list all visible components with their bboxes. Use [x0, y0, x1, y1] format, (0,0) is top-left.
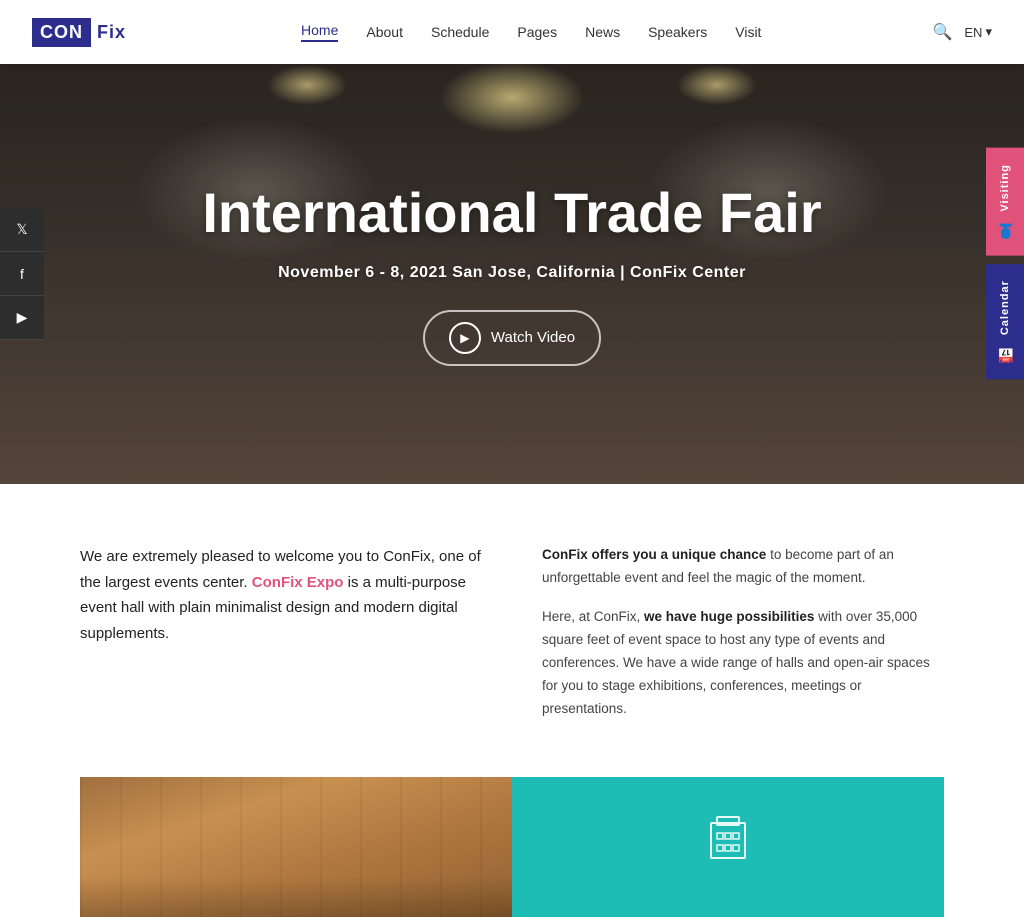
- language-selector[interactable]: EN ▾: [964, 24, 992, 40]
- card-teal-1: [512, 777, 944, 917]
- right-bold1: ConFix offers you a unique chance: [542, 547, 766, 562]
- facebook-button[interactable]: f: [0, 252, 44, 296]
- cards-row: [80, 777, 944, 917]
- youtube-button[interactable]: ▶: [0, 296, 44, 340]
- logo[interactable]: CON Fix: [32, 18, 130, 47]
- content-section: We are extremely pleased to welcome you …: [0, 484, 1024, 777]
- card-img-inner: [80, 777, 512, 917]
- hero-section: 𝕏 f ▶ 👤 Visiting 📅 Calendar Internationa…: [0, 64, 1024, 484]
- logo-fix: Fix: [93, 18, 130, 47]
- calendar-label: Calendar: [999, 280, 1011, 335]
- watch-video-label: Watch Video: [491, 329, 575, 346]
- hero-title: International Trade Fair: [202, 182, 821, 244]
- visiting-icon: 👤: [997, 222, 1013, 240]
- play-icon: ▶: [449, 322, 481, 354]
- hero-content: International Trade Fair November 6 - 8,…: [202, 182, 821, 366]
- highlight-text: ConFix Expo: [252, 574, 344, 591]
- facebook-icon: f: [20, 266, 24, 282]
- nav-home[interactable]: Home: [301, 22, 338, 42]
- nav-visit[interactable]: Visit: [735, 24, 761, 40]
- twitter-button[interactable]: 𝕏: [0, 208, 44, 252]
- logo-con: CON: [32, 18, 91, 47]
- chevron-down-icon: ▾: [985, 24, 992, 40]
- youtube-icon: ▶: [17, 309, 28, 326]
- header-icons: 🔍 EN ▾: [932, 22, 992, 42]
- building-icon: [703, 813, 753, 873]
- watch-video-button[interactable]: ▶ Watch Video: [423, 310, 601, 366]
- nav-schedule[interactable]: Schedule: [431, 24, 489, 40]
- calendar-tab[interactable]: 📅 Calendar: [986, 264, 1024, 379]
- right-bold2: we have huge possibilities: [644, 609, 814, 624]
- intro-text: We are extremely pleased to welcome you …: [80, 544, 482, 646]
- nav-news[interactable]: News: [585, 24, 620, 40]
- right-sidebar: 👤 Visiting 📅 Calendar: [986, 148, 1024, 379]
- right-para1: ConFix offers you a unique chance to bec…: [542, 544, 944, 590]
- right-content: ConFix offers you a unique chance to bec…: [542, 544, 944, 737]
- calendar-icon: 📅: [997, 345, 1013, 363]
- header: CON Fix Home About Schedule Pages News S…: [0, 0, 1024, 64]
- right-rest2: with over 35,000 square feet of event sp…: [542, 609, 930, 716]
- card-image-1: [80, 777, 512, 917]
- left-content: We are extremely pleased to welcome you …: [80, 544, 482, 737]
- twitter-icon: 𝕏: [16, 221, 27, 238]
- right-para2: Here, at ConFix, we have huge possibilit…: [542, 606, 944, 721]
- search-icon[interactable]: 🔍: [932, 22, 952, 42]
- visiting-label: Visiting: [999, 164, 1011, 212]
- right-start2: Here, at ConFix,: [542, 609, 644, 624]
- social-sidebar: 𝕏 f ▶: [0, 208, 44, 340]
- nav-speakers[interactable]: Speakers: [648, 24, 707, 40]
- visiting-tab[interactable]: 👤 Visiting: [986, 148, 1024, 256]
- main-nav: Home About Schedule Pages News Speakers …: [301, 22, 761, 42]
- nav-pages[interactable]: Pages: [517, 24, 557, 40]
- nav-about[interactable]: About: [366, 24, 403, 40]
- hero-subtitle: November 6 - 8, 2021 San Jose, Californi…: [202, 264, 821, 282]
